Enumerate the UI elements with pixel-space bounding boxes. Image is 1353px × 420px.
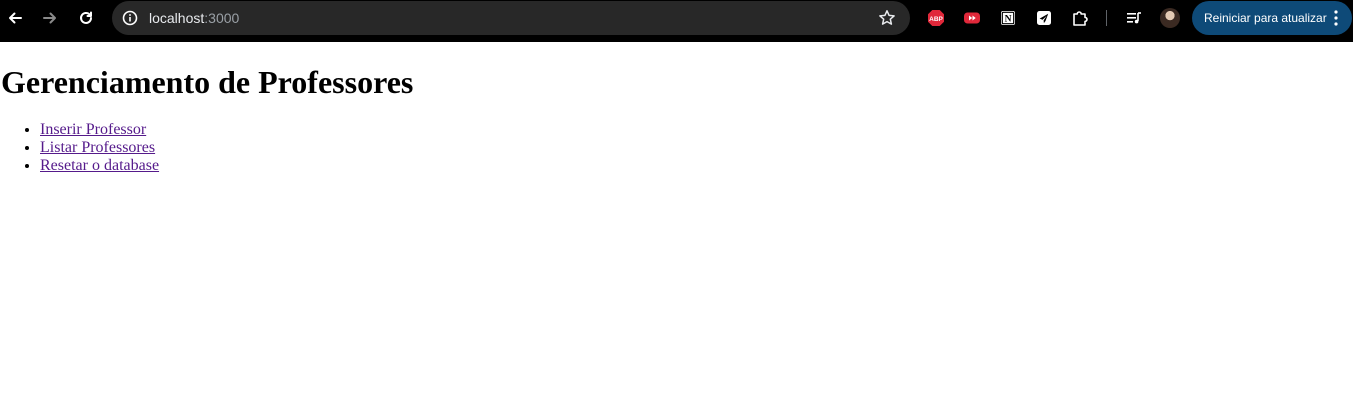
list-item: Inserir Professor <box>40 121 159 139</box>
url-port: :3000 <box>204 10 240 26</box>
toolbar-divider <box>1106 10 1107 26</box>
adblock-plus-icon[interactable]: ABP <box>926 8 946 28</box>
youtube-extension-icon[interactable] <box>962 8 982 28</box>
reload-icon <box>80 11 92 24</box>
update-button[interactable]: Reiniciar para atualizar <box>1192 1 1352 35</box>
back-button[interactable] <box>1 6 29 30</box>
url-host: localhost <box>149 10 205 26</box>
address-bar[interactable]: localhost:3000 <box>112 1 910 35</box>
arrow-right-icon <box>43 12 56 24</box>
star-icon[interactable] <box>878 9 896 27</box>
reset-database-link[interactable]: Resetar o database <box>40 157 159 174</box>
adblock-label: ABP <box>929 16 943 23</box>
url-text[interactable]: localhost:3000 <box>149 10 239 26</box>
telegram-extension-icon[interactable] <box>1034 8 1054 28</box>
page-content: Gerenciamento de Professores Inserir Pro… <box>0 42 1353 420</box>
puzzle-icon[interactable] <box>1070 8 1090 28</box>
forward-button[interactable] <box>36 6 64 30</box>
notion-label: N <box>1005 15 1012 25</box>
link-list: Inserir Professor Listar Professores Res… <box>0 121 159 175</box>
browser-toolbar: localhost:3000 ABP N Reiniciar para atua… <box>0 0 1353 42</box>
kebab-menu-icon[interactable] <box>1334 10 1338 26</box>
list-professors-link[interactable]: Listar Professores <box>40 139 155 156</box>
list-item: Resetar o database <box>40 157 159 175</box>
reload-button[interactable] <box>72 6 100 30</box>
arrow-left-icon <box>9 12 22 24</box>
page-title: Gerenciamento de Professores <box>1 64 414 100</box>
info-icon[interactable] <box>121 9 139 27</box>
list-item: Listar Professores <box>40 139 159 157</box>
insert-professor-link[interactable]: Inserir Professor <box>40 121 146 138</box>
media-queue-icon[interactable] <box>1124 8 1144 28</box>
update-button-label: Reiniciar para atualizar <box>1204 11 1327 25</box>
notion-icon[interactable]: N <box>998 8 1018 28</box>
avatar[interactable] <box>1160 8 1180 28</box>
